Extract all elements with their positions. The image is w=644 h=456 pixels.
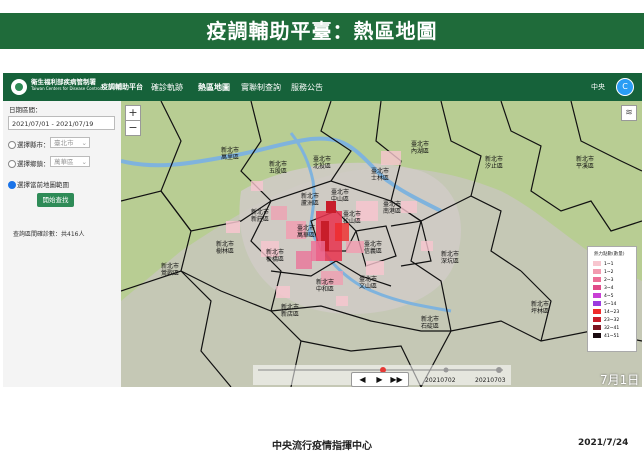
legend-item: 5~14 — [593, 301, 616, 308]
legend-item: 23~32 — [593, 317, 619, 324]
district-label: 新北市 板橋區 — [266, 249, 285, 263]
legend-swatch — [593, 277, 601, 282]
heat-map[interactable]: + − ≋ 新北市 萬里區 新北市 五股區 臺北市 北投區 臺北市 士林區 臺北市 內湖區… — [121, 101, 642, 387]
footer-organization: 中央流行疫情指揮中心 — [272, 441, 372, 452]
footer-date: 2021/7/24 — [578, 438, 629, 448]
legend-item: 14~23 — [593, 309, 619, 316]
legend-label: 1~2 — [604, 270, 614, 275]
next-button[interactable]: ▶▶ — [388, 373, 405, 386]
nav-item-checkin-query[interactable]: 實聯制查詢 — [241, 82, 281, 93]
city-select[interactable]: 臺北市 ⌄ — [50, 137, 90, 148]
district-label: 臺北市 文山區 — [359, 276, 378, 290]
nav-item-heatmap[interactable]: 熱區地圖 — [198, 82, 230, 93]
user-name: 中央 — [591, 83, 605, 91]
app-window: 衛生福利部疾病管制署 Taiwan Centers for Disease Co… — [3, 73, 642, 387]
timeline-date: 20210703 — [475, 377, 506, 384]
legend-title: 熱力點數(數量) — [594, 252, 625, 257]
zoom-in-button[interactable]: + — [125, 105, 141, 121]
date-range-input[interactable]: 2021/07/01 - 2021/07/19 — [8, 116, 115, 130]
top-navbar: 衛生福利部疾病管制署 Taiwan Centers for Disease Co… — [3, 73, 642, 101]
district-label: 新北市 深坑區 — [441, 251, 460, 265]
legend-item: 32~41 — [593, 325, 619, 332]
heat-legend: 熱力點數(數量) 1~1 1~2 2~3 3~4 4~5 5~14 14~23 … — [587, 246, 637, 352]
radio-select-city[interactable] — [8, 141, 16, 149]
township-label: 選擇鄉鎮： — [17, 160, 50, 168]
legend-label: 5~14 — [604, 302, 617, 307]
avatar[interactable]: C — [616, 78, 634, 96]
legend-label: 2~3 — [604, 278, 614, 283]
play-button[interactable]: ▶ — [371, 373, 388, 386]
legend-label: 23~32 — [604, 318, 620, 323]
legend-item: 1~2 — [593, 269, 614, 276]
legend-swatch — [593, 301, 601, 306]
district-label: 新北市 汐止區 — [485, 156, 504, 170]
legend-swatch — [593, 333, 601, 338]
legend-swatch — [593, 269, 601, 274]
layers-icon[interactable]: ≋ — [621, 105, 637, 121]
radio-current-map-range[interactable] — [8, 181, 16, 189]
slide-title: 疫調輔助平臺：熱區地圖 — [0, 13, 644, 49]
district-label: 新北市 五股區 — [269, 161, 288, 175]
legend-item: 41~51 — [593, 333, 619, 340]
legend-swatch — [593, 293, 601, 298]
zoom-out-button[interactable]: − — [125, 120, 141, 136]
nav-item-trajectory[interactable]: 確診軌跡 — [151, 82, 183, 93]
current-date-stamp: 7月1日 — [600, 373, 640, 387]
start-search-button[interactable]: 開始查找 — [37, 193, 74, 207]
district-label: 臺北市 松山區 — [343, 211, 362, 225]
date-range-label: 日期區間： — [9, 106, 42, 114]
platform-name: 疫調輔助平台 — [101, 83, 143, 91]
district-label: 臺北市 信義區 — [364, 241, 383, 255]
city-label: 選擇縣市： — [17, 141, 50, 149]
district-label: 新北市 新店區 — [281, 304, 300, 318]
cdc-logo-icon — [11, 79, 27, 95]
district-label: 新北市 新莊區 — [251, 209, 270, 223]
legend-label: 1~1 — [604, 262, 614, 267]
legend-item: 1~1 — [593, 261, 614, 268]
district-label: 臺北市 萬華區 — [297, 225, 316, 239]
nav-item-announcements[interactable]: 服務公告 — [291, 82, 323, 93]
timeline-date: 20210702 — [425, 377, 456, 384]
legend-swatch — [593, 317, 601, 322]
chevron-down-icon: ⌄ — [81, 139, 87, 147]
playback-controls: ◀ ▶ ▶▶ — [351, 372, 409, 387]
chevron-down-icon: ⌄ — [81, 158, 87, 166]
district-label: 新北市 石碇區 — [421, 316, 440, 330]
district-label: 臺北市 南港區 — [383, 201, 402, 215]
district-label: 新北市 萬里區 — [221, 147, 240, 161]
city-select-value: 臺北市 — [54, 139, 74, 147]
org-name-en: Taiwan Centers for Disease Control — [31, 86, 101, 91]
legend-label: 32~41 — [604, 326, 620, 331]
district-label: 新北市 樹林區 — [216, 241, 235, 255]
org-name: 衛生福利部疾病管制署 Taiwan Centers for Disease Co… — [31, 78, 101, 92]
district-label: 臺北市 內湖區 — [411, 141, 430, 155]
current-range-label: 選擇當前地圖範圍 — [17, 181, 69, 189]
district-label: 臺北市 中山區 — [331, 189, 350, 203]
legend-swatch — [593, 309, 601, 314]
radio-select-township[interactable] — [8, 160, 16, 168]
legend-swatch — [593, 325, 601, 330]
legend-label: 3~4 — [604, 286, 614, 291]
district-label: 新北市 平溪區 — [576, 156, 595, 170]
legend-label: 14~23 — [604, 310, 620, 315]
legend-item: 3~4 — [593, 285, 614, 292]
district-label: 新北市 中和區 — [316, 279, 335, 293]
prev-button[interactable]: ◀ — [354, 373, 371, 386]
legend-label: 4~5 — [604, 294, 614, 299]
legend-item: 2~3 — [593, 277, 614, 284]
result-count: 查詢區間確診數：共416人 — [13, 231, 85, 238]
legend-swatch — [593, 285, 601, 290]
legend-item: 4~5 — [593, 293, 614, 300]
filter-sidebar: 日期區間： 2021/07/01 - 2021/07/19 選擇縣市： 臺北市 … — [3, 101, 120, 387]
district-label: 臺北市 士林區 — [371, 168, 390, 182]
legend-label: 41~51 — [604, 334, 620, 339]
district-label: 新北市 坪林區 — [531, 301, 550, 315]
legend-swatch — [593, 261, 601, 266]
district-label: 新北市 鶯歌區 — [161, 263, 180, 277]
district-label: 新北市 蘆洲區 — [301, 193, 320, 207]
township-select[interactable]: 萬華區 ⌄ — [50, 156, 90, 167]
org-name-zh: 衛生福利部疾病管制署 — [31, 78, 96, 86]
township-select-value: 萬華區 — [54, 158, 74, 166]
district-label: 臺北市 北投區 — [313, 156, 332, 170]
